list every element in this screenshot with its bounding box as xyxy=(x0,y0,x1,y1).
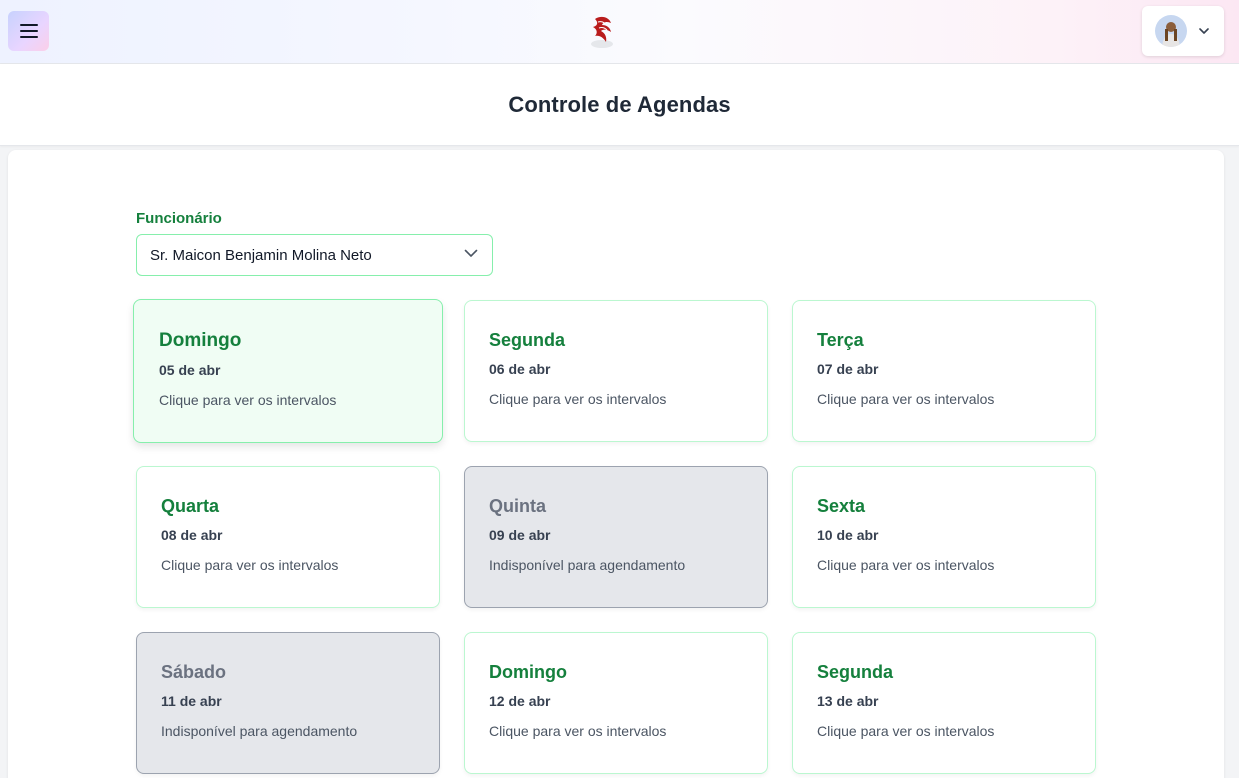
day-name: Sexta xyxy=(817,496,866,516)
day-hint: Indisponível para agendamento xyxy=(161,723,358,739)
employee-select[interactable]: Sr. Maicon Benjamin Molina Neto xyxy=(136,234,493,276)
day-card-disabled: Sábado 11 de abr Indisponível para agend… xyxy=(136,632,440,774)
hamburger-icon xyxy=(19,24,38,38)
day-hint: Clique para ver os intervalos xyxy=(489,723,667,739)
day-name: Segunda xyxy=(489,330,566,350)
day-hint: Clique para ver os intervalos xyxy=(161,557,339,573)
page-title: Controle de Agendas xyxy=(508,91,731,117)
chevron-down-icon xyxy=(464,249,478,257)
brand-logo[interactable] xyxy=(587,13,617,49)
day-hint: Clique para ver os intervalos xyxy=(817,391,995,407)
top-bar xyxy=(0,0,1239,64)
day-name: Quarta xyxy=(161,496,220,516)
day-card[interactable]: Domingo 05 de abr Clique para ver os int… xyxy=(133,299,443,443)
day-card[interactable]: Terça 07 de abr Clique para ver os inter… xyxy=(792,300,1096,442)
employee-select-value: Sr. Maicon Benjamin Molina Neto xyxy=(150,246,372,264)
employee-label: Funcionário xyxy=(136,210,222,227)
day-card[interactable]: Domingo 12 de abr Clique para ver os int… xyxy=(464,632,768,774)
day-date: 06 de abr xyxy=(489,361,551,377)
menu-button[interactable] xyxy=(8,11,49,51)
day-name: Domingo xyxy=(489,662,567,682)
day-hint: Clique para ver os intervalos xyxy=(817,557,995,573)
day-date: 09 de abr xyxy=(489,527,551,543)
chevron-down-icon xyxy=(1199,28,1209,34)
day-date: 07 de abr xyxy=(817,361,879,377)
day-hint: Indisponível para agendamento xyxy=(489,557,686,573)
title-bar: Controle de Agendas xyxy=(0,64,1239,146)
day-name: Domingo xyxy=(159,330,242,351)
day-card[interactable]: Quarta 08 de abr Clique para ver os inte… xyxy=(136,466,440,608)
day-date: 11 de abr xyxy=(161,693,222,709)
day-card[interactable]: Segunda 13 de abr Clique para ver os int… xyxy=(792,632,1096,774)
day-card[interactable]: Segunda 06 de abr Clique para ver os int… xyxy=(464,300,768,442)
day-hint: Clique para ver os intervalos xyxy=(489,391,667,407)
day-date: 12 de abr xyxy=(489,693,551,709)
day-date: 10 de abr xyxy=(817,527,879,543)
day-hint: Clique para ver os intervalos xyxy=(817,723,995,739)
day-date: 13 de abr xyxy=(817,693,879,709)
day-name: Terça xyxy=(817,330,864,350)
day-name: Quinta xyxy=(489,496,546,516)
day-name: Sábado xyxy=(161,662,227,682)
day-date: 08 de abr xyxy=(161,527,223,543)
user-avatar xyxy=(1155,15,1187,47)
day-name: Segunda xyxy=(817,662,894,682)
user-menu-button[interactable] xyxy=(1142,6,1224,56)
day-date: 05 de abr xyxy=(159,362,221,378)
day-card[interactable]: Sexta 10 de abr Clique para ver os inter… xyxy=(792,466,1096,608)
day-card-disabled: Quinta 09 de abr Indisponível para agend… xyxy=(464,466,768,608)
day-hint: Clique para ver os intervalos xyxy=(159,392,337,408)
phoenix-logo-icon xyxy=(591,16,613,48)
